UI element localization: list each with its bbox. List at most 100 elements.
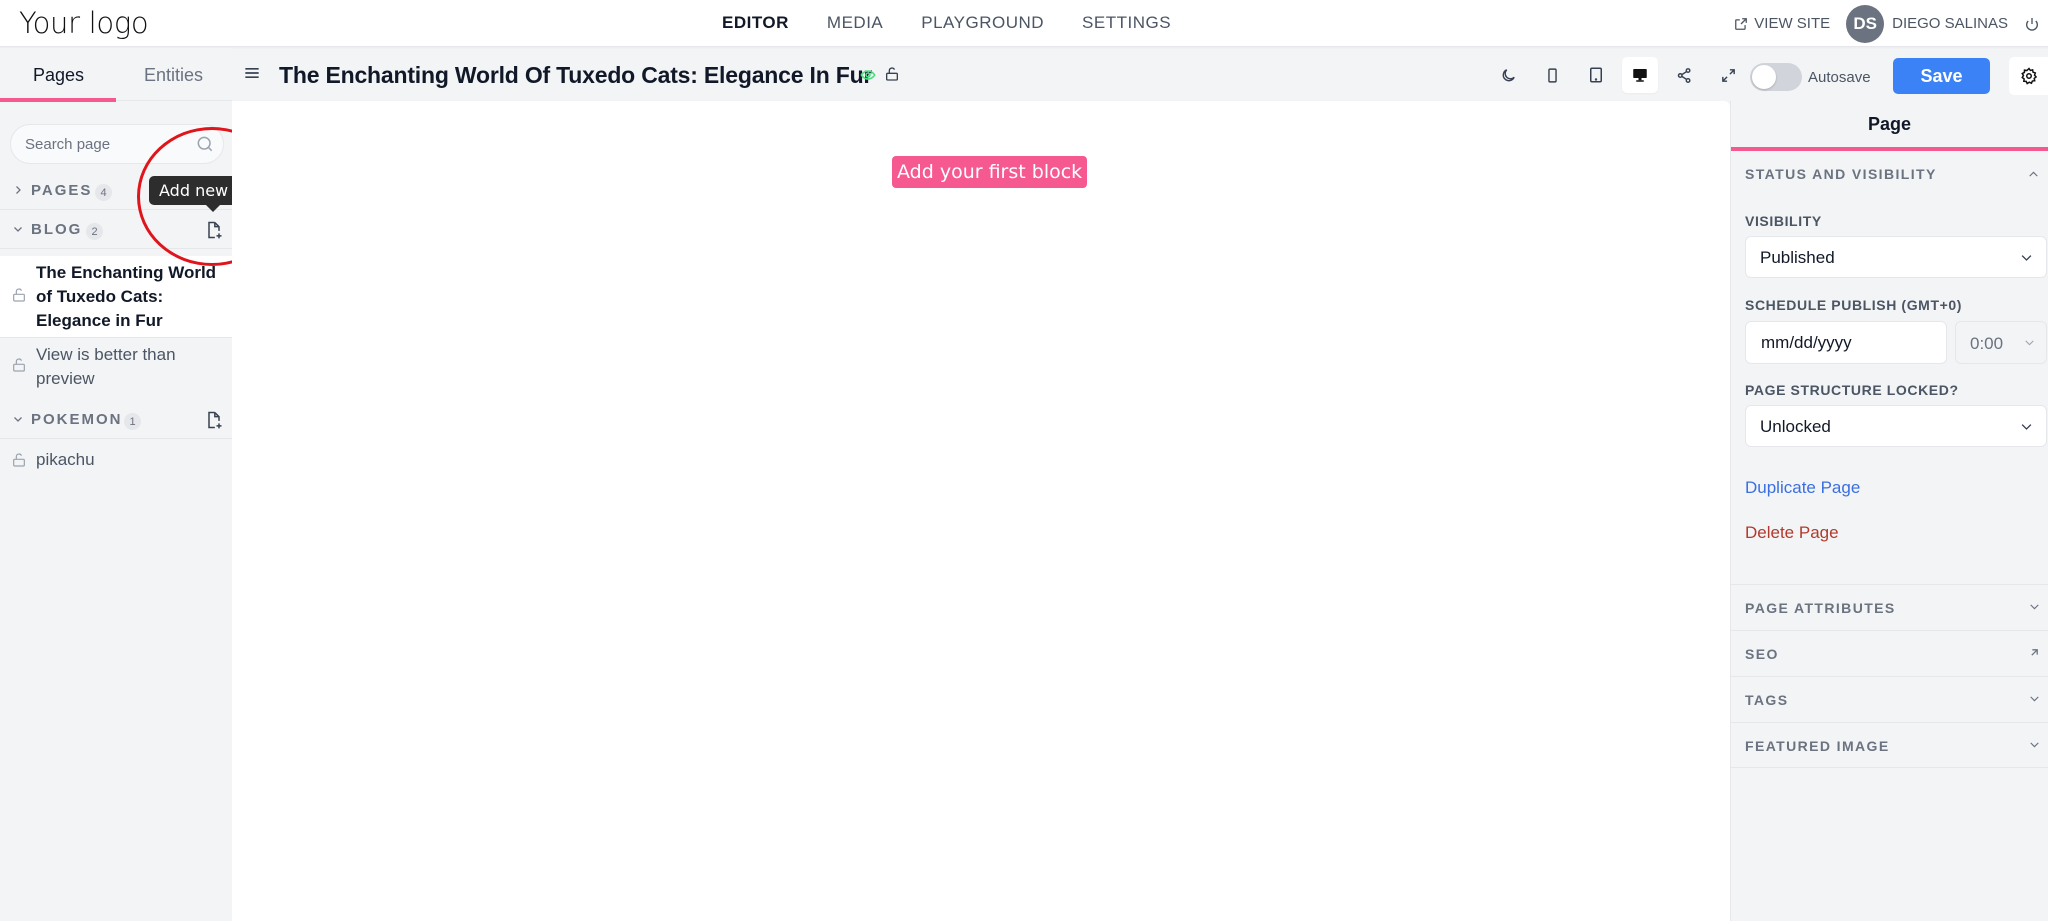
mobile-icon bbox=[1547, 67, 1557, 83]
avatar[interactable]: DS bbox=[1846, 4, 1885, 43]
logo[interactable]: Your logo bbox=[19, 6, 149, 40]
item-title: View is better than preview bbox=[36, 345, 176, 388]
section-label: FEATURED IMAGE bbox=[1745, 738, 1890, 754]
dark-mode-button[interactable] bbox=[1490, 57, 1526, 93]
chevron-up-icon[interactable] bbox=[2027, 168, 2040, 181]
page-title: The Enchanting World Of Tuxedo Cats: Ele… bbox=[279, 62, 873, 88]
list-item-pikachu[interactable]: pikachu bbox=[0, 440, 232, 480]
save-button[interactable]: Save bbox=[1893, 58, 1990, 94]
tablet-view-button[interactable] bbox=[1578, 57, 1614, 93]
search-icon[interactable] bbox=[195, 134, 215, 154]
duplicate-page-link[interactable]: Duplicate Page bbox=[1745, 478, 1860, 498]
add-new-pokemon-icon[interactable] bbox=[204, 410, 224, 430]
visibility-label: VISIBILITY bbox=[1745, 213, 1822, 229]
section-featured-image[interactable]: FEATURED IMAGE bbox=[1731, 722, 2048, 768]
nav-editor[interactable]: EDITOR bbox=[722, 13, 789, 33]
settings-button[interactable] bbox=[2009, 57, 2048, 95]
group-pokemon[interactable]: POKEMON 1 bbox=[0, 402, 232, 439]
unlock-icon bbox=[13, 453, 25, 467]
section-page-attributes[interactable]: PAGE ATTRIBUTES bbox=[1731, 584, 2048, 630]
active-tab-indicator bbox=[0, 98, 116, 102]
chevron-down-icon bbox=[14, 417, 22, 422]
group-count: 4 bbox=[95, 184, 112, 201]
group-name: POKEMON bbox=[31, 411, 123, 428]
search-input[interactable] bbox=[11, 125, 181, 163]
view-site-label: VIEW SITE bbox=[1754, 15, 1831, 32]
panel-title: Page bbox=[1731, 101, 2048, 151]
add-first-block-button[interactable]: Add your first block bbox=[892, 156, 1088, 188]
item-title: The Enchanting World of Tuxedo Cats: Ele… bbox=[36, 263, 217, 330]
visibility-value: Published bbox=[1760, 248, 1835, 267]
chevron-down-icon bbox=[2021, 424, 2032, 430]
sidebar-tabs: Pages Entities bbox=[0, 48, 232, 102]
search-box bbox=[10, 124, 224, 164]
nav-media[interactable]: MEDIA bbox=[827, 13, 883, 33]
editor-header: The Enchanting World Of Tuxedo Cats: Ele… bbox=[232, 48, 1735, 101]
expand-icon bbox=[1721, 68, 1735, 82]
group-count: 2 bbox=[86, 223, 103, 240]
desktop-view-button[interactable] bbox=[1622, 57, 1658, 93]
unlock-icon bbox=[13, 288, 25, 302]
section-label: SEO bbox=[1745, 646, 1779, 662]
editor-canvas[interactable]: Add your first block bbox=[232, 101, 1730, 921]
section-seo[interactable]: SEO bbox=[1731, 630, 2048, 676]
main-nav: EDITOR MEDIA PLAYGROUND SETTINGS bbox=[722, 13, 1171, 33]
structure-locked-label: PAGE STRUCTURE LOCKED? bbox=[1745, 382, 1959, 398]
autosave-toggle[interactable] bbox=[1750, 63, 1802, 91]
moon-icon bbox=[1502, 68, 1515, 81]
logout-button[interactable] bbox=[2022, 14, 2042, 34]
schedule-publish-label: SCHEDULE PUBLISH (GMT+0) bbox=[1745, 297, 1963, 313]
schedule-date-input[interactable] bbox=[1746, 322, 1946, 363]
chevron-down-icon bbox=[2021, 255, 2032, 261]
arrow-up-right-icon bbox=[2031, 649, 2038, 656]
unlock-icon bbox=[13, 358, 25, 372]
share-button[interactable] bbox=[1666, 57, 1702, 93]
chevron-down-icon bbox=[2030, 696, 2039, 702]
menu-icon[interactable] bbox=[242, 63, 262, 83]
mobile-view-button[interactable] bbox=[1534, 57, 1570, 93]
structure-locked-select[interactable]: Unlocked bbox=[1745, 405, 2047, 447]
top-navigation-bar: Your logo EDITOR MEDIA PLAYGROUND SETTIN… bbox=[0, 0, 2048, 47]
add-new-blog-icon[interactable] bbox=[204, 220, 224, 240]
section-label: TAGS bbox=[1745, 692, 1789, 708]
chevron-down-icon bbox=[2030, 604, 2039, 610]
delete-page-link[interactable]: Delete Page bbox=[1745, 523, 1839, 543]
published-eye-icon bbox=[860, 70, 876, 80]
chevron-down-icon bbox=[2025, 340, 2034, 346]
autosave-label: Autosave bbox=[1808, 68, 1871, 86]
list-item-view-better[interactable]: View is better than preview bbox=[0, 338, 232, 395]
fullscreen-button[interactable] bbox=[1710, 57, 1746, 93]
section-status-visibility[interactable]: STATUS AND VISIBILITY bbox=[1745, 166, 1937, 182]
chevron-down-icon bbox=[14, 227, 22, 232]
tablet-icon bbox=[1590, 67, 1602, 83]
page-settings-panel: Page STATUS AND VISIBILITY VISIBILITY Pu… bbox=[1730, 101, 2048, 921]
user-name[interactable]: DIEGO SALINAS bbox=[1892, 15, 2008, 32]
group-name: PAGES bbox=[31, 182, 93, 199]
view-site-link[interactable]: VIEW SITE bbox=[1734, 15, 1830, 32]
section-label: PAGE ATTRIBUTES bbox=[1745, 600, 1896, 616]
power-icon bbox=[2026, 17, 2038, 31]
gear-icon bbox=[2020, 67, 2037, 85]
nav-settings[interactable]: SETTINGS bbox=[1082, 13, 1171, 33]
external-link-icon bbox=[1735, 17, 1748, 30]
share-icon bbox=[1677, 67, 1691, 83]
list-item-tuxedo-cats[interactable]: The Enchanting World of Tuxedo Cats: Ele… bbox=[0, 256, 232, 338]
group-count: 1 bbox=[124, 413, 141, 430]
group-name: BLOG bbox=[31, 221, 83, 238]
tab-entities[interactable]: Entities bbox=[144, 65, 203, 86]
time-value: 0:00 bbox=[1970, 334, 2004, 353]
desktop-icon bbox=[1633, 69, 1647, 82]
device-toolbar bbox=[1490, 57, 1746, 93]
unlock-icon[interactable] bbox=[884, 66, 900, 82]
locked-value: Unlocked bbox=[1760, 417, 1831, 436]
nav-playground[interactable]: PLAYGROUND bbox=[921, 13, 1044, 33]
section-tags[interactable]: TAGS bbox=[1731, 676, 2048, 722]
schedule-date-field bbox=[1745, 321, 1947, 364]
group-blog[interactable]: BLOG 2 bbox=[0, 212, 232, 249]
chevron-down-icon bbox=[2030, 742, 2039, 748]
autosave-control: Autosave bbox=[1750, 63, 1871, 91]
schedule-time-select[interactable]: 0:00 bbox=[1955, 321, 2047, 364]
visibility-select[interactable]: Published bbox=[1745, 236, 2047, 278]
tab-pages[interactable]: Pages bbox=[33, 65, 84, 86]
toggle-knob bbox=[1752, 65, 1776, 89]
